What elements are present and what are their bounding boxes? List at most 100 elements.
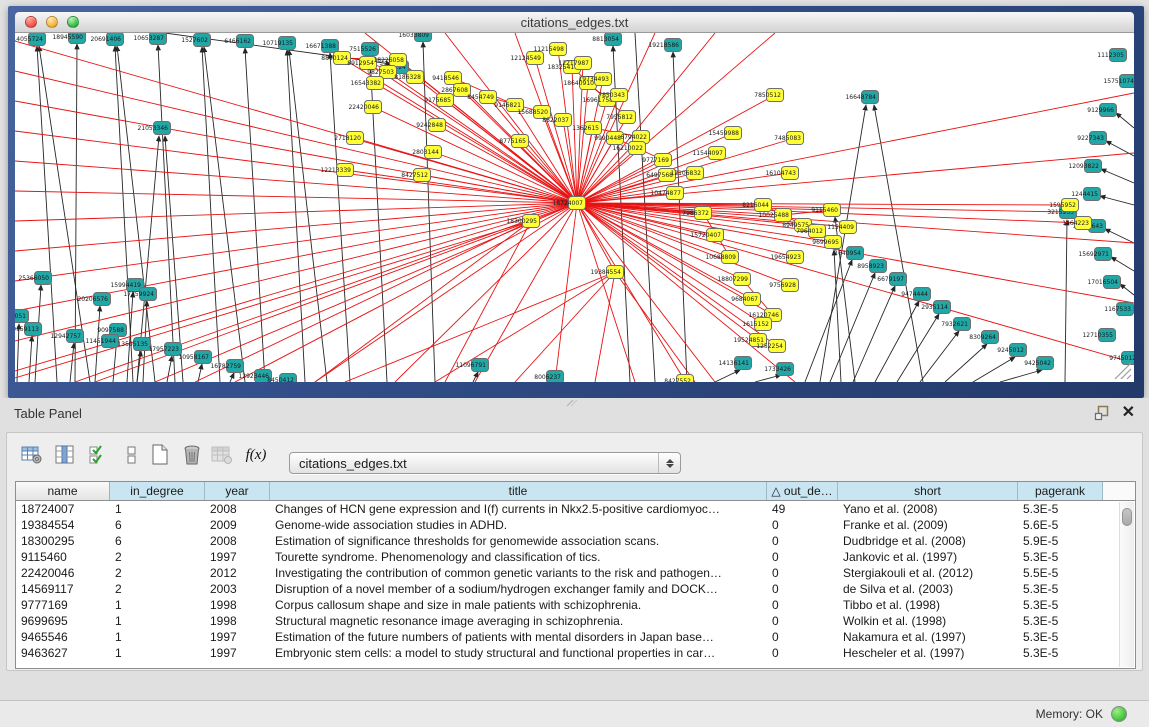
table-cell[interactable]: Estimation of significance thresholds fo…	[270, 533, 767, 549]
table-cell[interactable]: 0	[767, 549, 838, 565]
table-cell[interactable]: 5.3E-5	[1018, 597, 1103, 613]
table-row[interactable]: 946362711997Embryonic stem cells: a mode…	[16, 645, 1135, 661]
table-cell[interactable]: 2	[110, 581, 205, 597]
table-cell[interactable]: 5.3E-5	[1018, 613, 1103, 629]
column-header-year[interactable]: year	[205, 482, 270, 500]
table-cell[interactable]: 0	[767, 613, 838, 629]
column-visibility-icon[interactable]	[52, 442, 78, 468]
minimize-window-icon[interactable]	[46, 16, 58, 28]
table-row[interactable]: 977716911998Corpus callosum shape and si…	[16, 597, 1135, 613]
table-cell[interactable]: de Silva et al. (2003)	[838, 581, 1018, 597]
table-cell[interactable]: 14569117	[16, 581, 110, 597]
table-cell[interactable]: Jankovic et al. (1997)	[838, 549, 1018, 565]
table-cell[interactable]: 0	[767, 581, 838, 597]
network-canvas[interactable]: 1405572418945590206914061065328715276026…	[15, 33, 1134, 382]
table-cell[interactable]: 5.5E-5	[1018, 565, 1103, 581]
table-cell[interactable]: 5.9E-5	[1018, 533, 1103, 549]
table-row[interactable]: 1938455462009Genome-wide association stu…	[16, 517, 1135, 533]
table-row[interactable]: 946554611997Estimation of the future num…	[16, 629, 1135, 645]
table-cell[interactable]: 1997	[205, 629, 270, 645]
node-attribute-table[interactable]: namein_degreeyeartitle△ out_de…shortpage…	[15, 481, 1136, 669]
table-cell[interactable]: 5.3E-5	[1018, 501, 1103, 517]
table-cell[interactable]: Franke et al. (2009)	[838, 517, 1018, 533]
table-cell[interactable]: 1	[110, 645, 205, 661]
table-cell[interactable]: Stergiakouli et al. (2012)	[838, 565, 1018, 581]
table-cell[interactable]: 9699695	[16, 613, 110, 629]
table-cell[interactable]: Hescheler et al. (1997)	[838, 645, 1018, 661]
table-cell[interactable]: 0	[767, 597, 838, 613]
table-row[interactable]: 911546021997Tourette syndrome. Phenomeno…	[16, 549, 1135, 565]
table-cell[interactable]: Genome-wide association studies in ADHD.	[270, 517, 767, 533]
table-cell[interactable]: 0	[767, 629, 838, 645]
new-table-icon[interactable]	[147, 442, 173, 468]
network-graph[interactable]: 1405572418945590206914061065328715276026…	[15, 33, 1134, 382]
table-cell[interactable]: Nakamura et al. (1997)	[838, 629, 1018, 645]
table-cell[interactable]: 0	[767, 565, 838, 581]
table-row[interactable]: 1830029562008Estimation of significance …	[16, 533, 1135, 549]
table-source-select[interactable]: citations_edges.txt	[289, 452, 681, 474]
table-cell[interactable]: Disruption of a novel member of a sodium…	[270, 581, 767, 597]
import-table-icon[interactable]	[209, 442, 235, 468]
function-builder-icon[interactable]: f(x)	[243, 442, 269, 468]
table-cell[interactable]: 5.3E-5	[1018, 645, 1103, 661]
table-cell[interactable]: 6	[110, 517, 205, 533]
scrollbar-thumb[interactable]	[1122, 508, 1132, 526]
splitter-grip-icon[interactable]	[566, 399, 578, 407]
table-cell[interactable]: Tourette syndrome. Phenomenology and cla…	[270, 549, 767, 565]
table-cell[interactable]: 9465546	[16, 629, 110, 645]
table-cell[interactable]: Wolkin et al. (1998)	[838, 613, 1018, 629]
table-cell[interactable]: 19384554	[16, 517, 110, 533]
table-cell[interactable]: 2009	[205, 517, 270, 533]
column-header-out_de[interactable]: △ out_de…	[767, 482, 838, 500]
column-header-short[interactable]: short	[838, 482, 1018, 500]
table-cell[interactable]: 2012	[205, 565, 270, 581]
column-header-title[interactable]: title	[270, 482, 767, 500]
table-cell[interactable]: 49	[767, 501, 838, 517]
table-cell[interactable]: Changes of HCN gene expression and I(f) …	[270, 501, 767, 517]
table-cell[interactable]: 1	[110, 501, 205, 517]
table-cell[interactable]: 18300295	[16, 533, 110, 549]
table-cell[interactable]: 1998	[205, 613, 270, 629]
row-height-icon[interactable]	[119, 442, 145, 468]
zoom-window-icon[interactable]	[67, 16, 79, 28]
table-settings-icon[interactable]	[19, 442, 45, 468]
table-cell[interactable]: 2008	[205, 533, 270, 549]
table-cell[interactable]: 2	[110, 565, 205, 581]
table-cell[interactable]: 5.3E-5	[1018, 549, 1103, 565]
table-cell[interactable]: 6	[110, 533, 205, 549]
table-cell[interactable]: 1	[110, 629, 205, 645]
table-cell[interactable]: Dudbridge et al. (2008)	[838, 533, 1018, 549]
table-cell[interactable]: 5.3E-5	[1018, 581, 1103, 597]
close-panel-icon[interactable]: ✕	[1122, 405, 1135, 421]
memory-status-led-icon[interactable]	[1111, 706, 1127, 722]
table-cell[interactable]: 2	[110, 549, 205, 565]
table-cell[interactable]: 1	[110, 613, 205, 629]
table-cell[interactable]: 1997	[205, 549, 270, 565]
table-cell[interactable]: 9115460	[16, 549, 110, 565]
table-cell[interactable]: 18724007	[16, 501, 110, 517]
table-cell[interactable]: 1997	[205, 645, 270, 661]
network-window-titlebar[interactable]: citations_edges.txt	[15, 12, 1134, 33]
table-cell[interactable]: Investigating the contribution of common…	[270, 565, 767, 581]
table-row[interactable]: 969969511998Structural magnetic resonanc…	[16, 613, 1135, 629]
column-header-name[interactable]: name	[16, 482, 110, 500]
table-cell[interactable]: Tibbo et al. (1998)	[838, 597, 1018, 613]
table-cell[interactable]: 5.6E-5	[1018, 517, 1103, 533]
table-cell[interactable]: 9463627	[16, 645, 110, 661]
table-cell[interactable]: Estimation of the future numbers of pati…	[270, 629, 767, 645]
column-header-in_degree[interactable]: in_degree	[110, 482, 205, 500]
table-cell[interactable]: 22420046	[16, 565, 110, 581]
table-row[interactable]: 1872400712008Changes of HCN gene express…	[16, 501, 1135, 517]
float-panel-icon[interactable]	[1094, 405, 1110, 421]
table-cell[interactable]: 5.3E-5	[1018, 629, 1103, 645]
column-header-pagerank[interactable]: pagerank	[1018, 482, 1103, 500]
table-cell[interactable]: Yano et al. (2008)	[838, 501, 1018, 517]
table-cell[interactable]: 1998	[205, 597, 270, 613]
table-cell[interactable]: 0	[767, 517, 838, 533]
vertical-scrollbar[interactable]	[1119, 502, 1134, 667]
table-cell[interactable]: Structural magnetic resonance image aver…	[270, 613, 767, 629]
table-row[interactable]: 2242004622012Investigating the contribut…	[16, 565, 1135, 581]
row-selection-icon[interactable]	[85, 442, 111, 468]
network-view-window[interactable]: citations_edges.txt 14055724189455902069…	[8, 6, 1144, 398]
table-cell[interactable]: 1	[110, 597, 205, 613]
